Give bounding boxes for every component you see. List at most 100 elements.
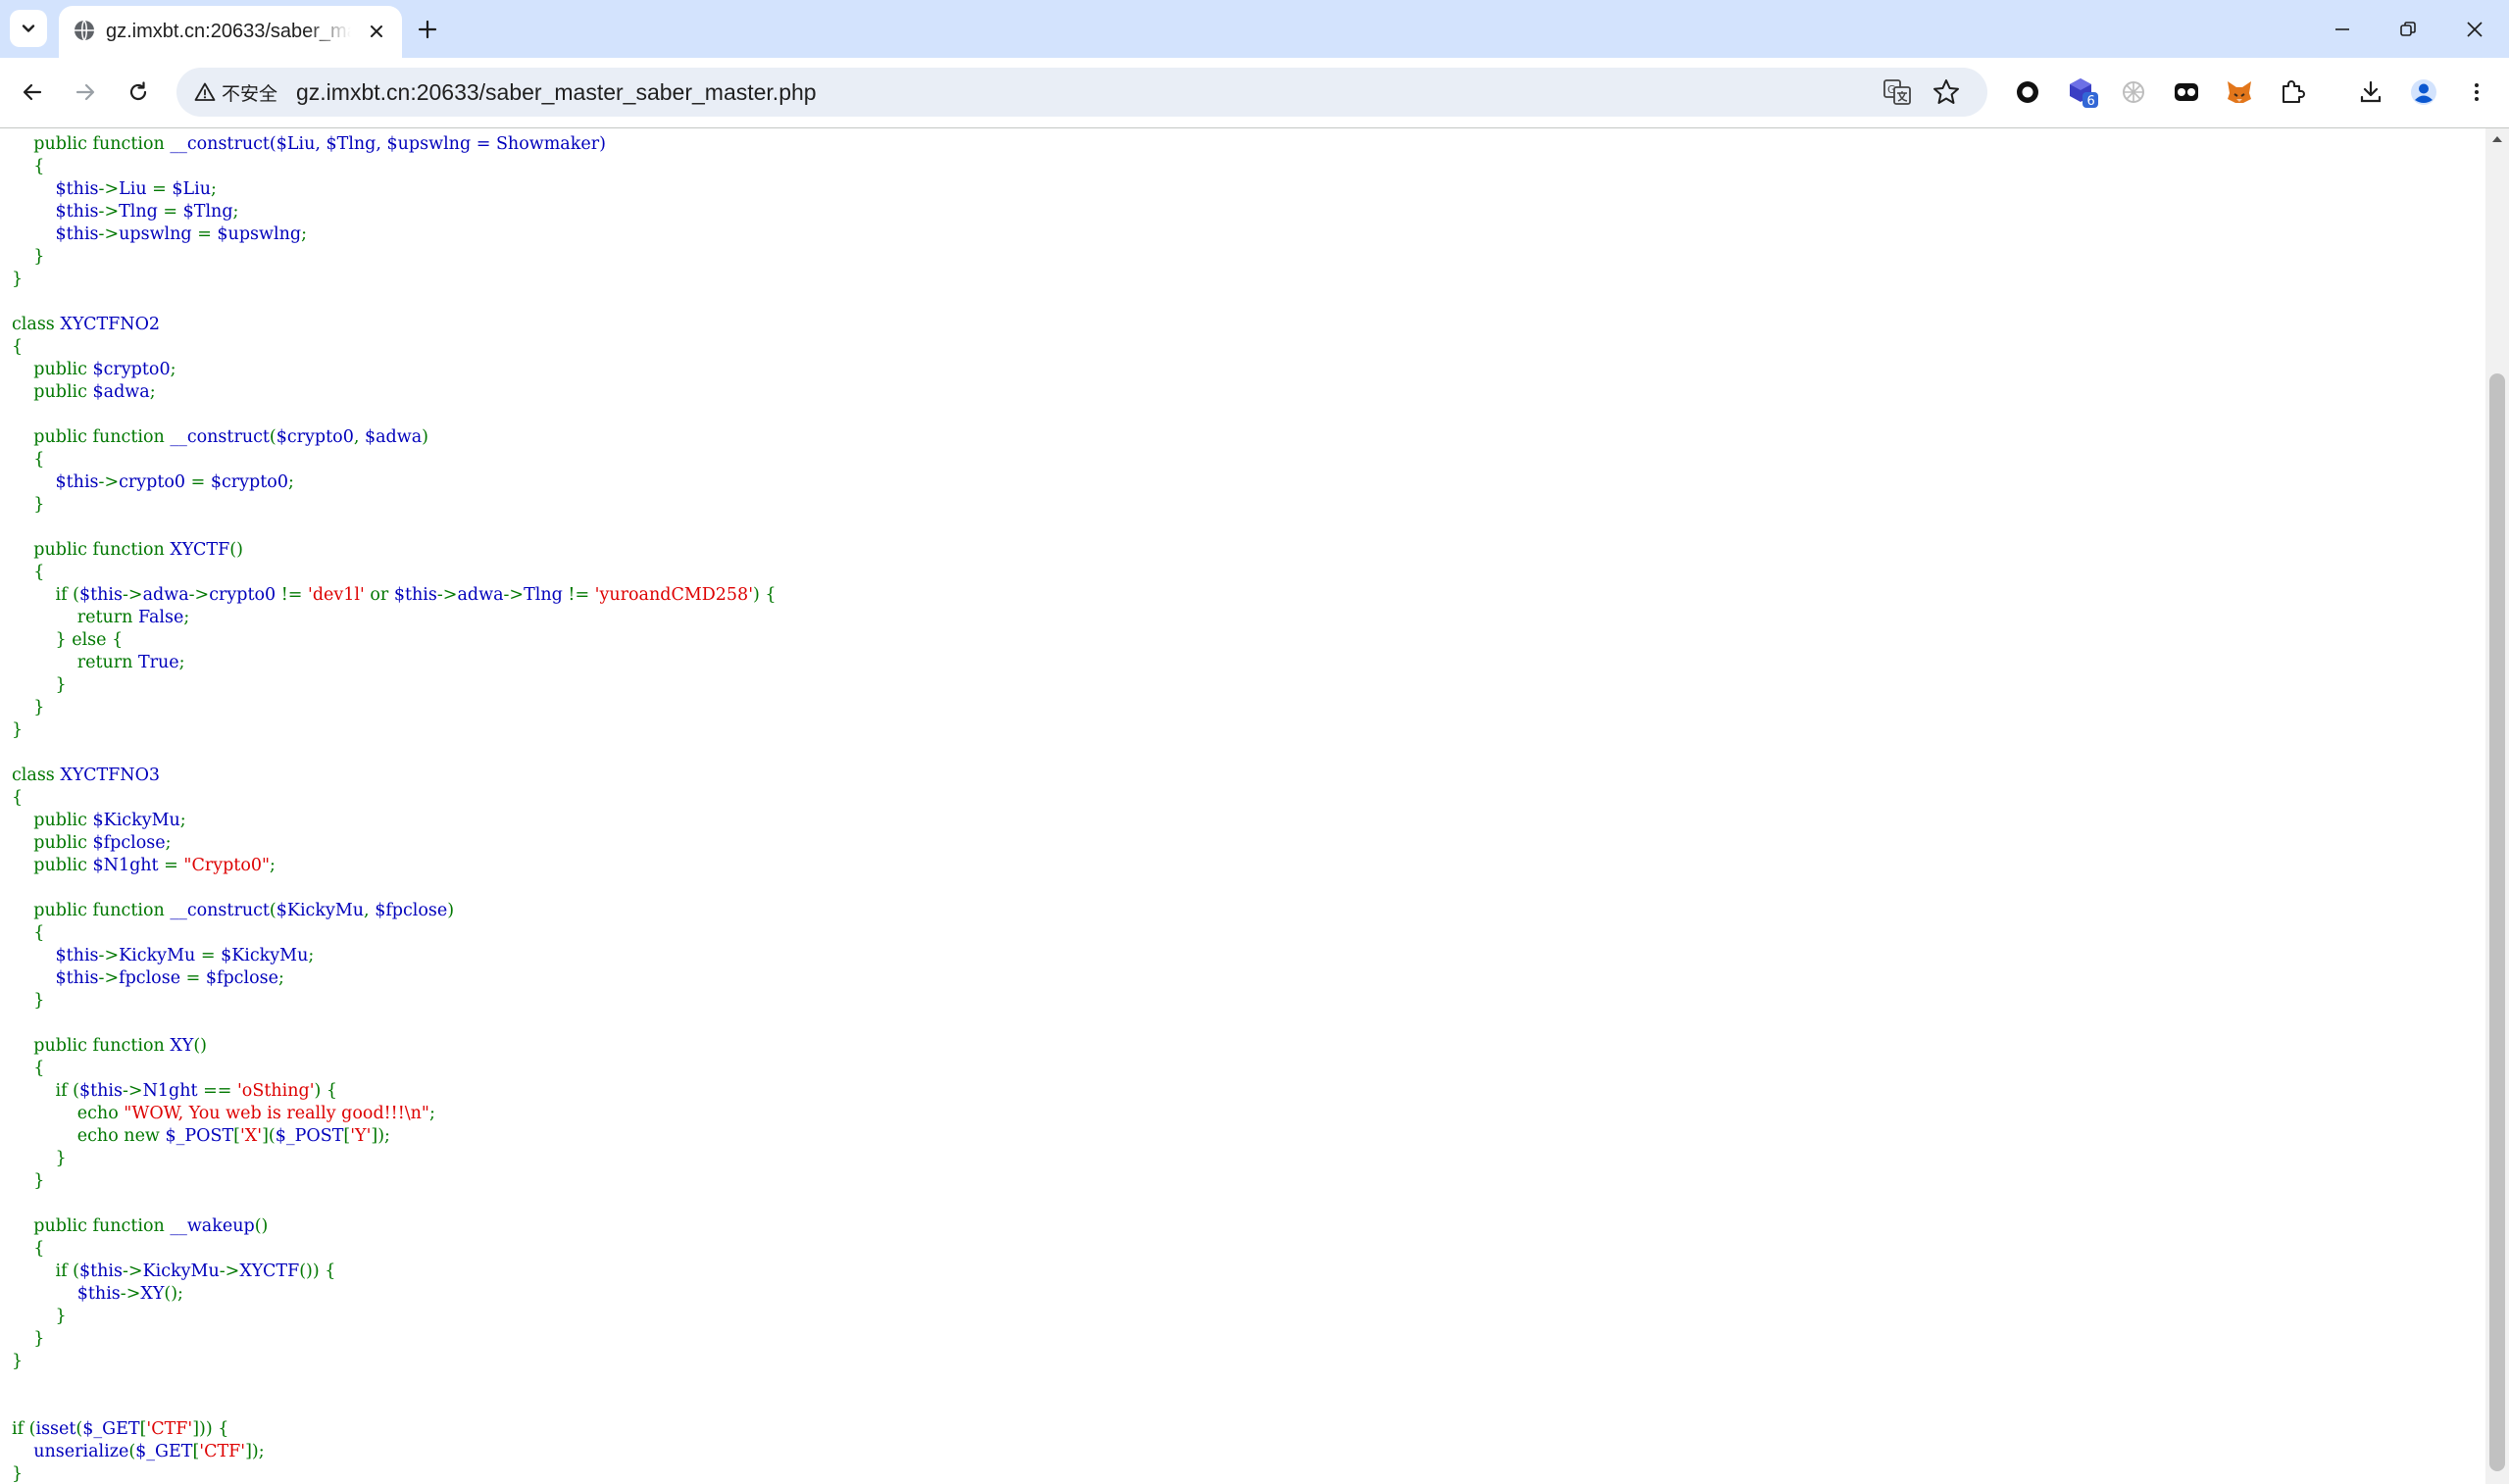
code-line: $this->Tlng = $Tlng;	[12, 202, 239, 222]
scroll-up-arrow-icon[interactable]	[2490, 132, 2504, 146]
close-window-button[interactable]	[2440, 0, 2509, 58]
page-content: public function __construct($Liu, $Tlng,…	[0, 128, 2485, 1484]
minimize-button[interactable]	[2308, 0, 2377, 58]
code-line: }	[33, 1171, 45, 1191]
code-line: public function __construct($crypto0, $a…	[33, 427, 428, 447]
code-line: return True;	[76, 653, 185, 672]
plus-icon	[418, 20, 437, 39]
fox-icon	[2228, 81, 2251, 103]
code-line: }	[12, 270, 24, 289]
code-line: public function __construct($KickyMu, $f…	[33, 901, 455, 920]
code-line: }	[12, 1352, 24, 1371]
code-line: public function XY()	[33, 1036, 207, 1056]
code-line: }	[33, 1329, 45, 1349]
security-label: 不安全	[222, 83, 278, 105]
code-line: $this->upswlng = $upswlng;	[12, 224, 307, 244]
code-line: }	[33, 698, 45, 717]
forward-button[interactable]	[65, 72, 106, 113]
extension-fox-button[interactable]	[2222, 74, 2257, 110]
downloads-button[interactable]	[2353, 74, 2388, 110]
code-line: return False;	[76, 608, 190, 627]
tab-close-button[interactable]	[363, 18, 390, 45]
glasses-icon	[2175, 83, 2198, 101]
new-tab-button[interactable]	[412, 14, 443, 45]
code-line: {	[12, 337, 24, 357]
code-line: }	[55, 1149, 67, 1168]
translate-icon[interactable]: G	[1882, 77, 1912, 107]
code-line: public $fpclose;	[33, 833, 172, 853]
reload-icon	[129, 81, 147, 101]
code-line: } else {	[55, 630, 124, 650]
code-line: if ($this->adwa->crypto0 != 'dev1l' or $…	[55, 585, 777, 605]
restore-icon	[2400, 21, 2416, 36]
code-line: public function XYCTF()	[33, 540, 243, 560]
extension-glasses-button[interactable]	[2169, 74, 2204, 110]
close-icon	[2467, 21, 2483, 37]
code-line: $this->fpclose = $fpclose;	[12, 968, 284, 988]
scrollbar-thumb[interactable]	[2489, 373, 2505, 1471]
code-line: }	[33, 991, 45, 1011]
bookmark-star-icon[interactable]	[1932, 77, 1961, 107]
code-line: public function __wakeup()	[33, 1216, 269, 1236]
chevron-down-icon	[22, 25, 35, 32]
tab-search-button[interactable]	[10, 10, 47, 47]
extension-badge: 6	[2087, 94, 2095, 109]
code-line: public function __construct($Liu, $Tlng,…	[33, 134, 606, 154]
code-line: {	[33, 450, 45, 470]
code-line: class XYCTFNO3	[12, 766, 161, 785]
code-line: echo new $_POST['X']($_POST['Y']);	[76, 1126, 390, 1146]
code-line: if ($this->N1ght == 'oSthing') {	[55, 1081, 338, 1101]
code-line: public $crypto0;	[33, 360, 176, 379]
web-icon	[2123, 81, 2144, 103]
code-line: {	[33, 157, 45, 176]
globe-icon	[75, 20, 94, 41]
code-line: if ($this->KickyMu->XYCTF()) {	[55, 1261, 336, 1281]
code-line: }	[33, 495, 45, 515]
url-text[interactable]: gz.imxbt.cn:20633/saber_master_saber_mas…	[296, 68, 817, 117]
reload-button[interactable]	[118, 72, 159, 113]
security-chip[interactable]: 不安全	[184, 74, 289, 111]
download-icon	[2360, 80, 2382, 103]
code-line: {	[33, 1059, 45, 1078]
code-line: if (isset($_GET['CTF'])) {	[12, 1419, 229, 1439]
cube-icon: 6	[2070, 78, 2098, 109]
code-line: class XYCTFNO2	[12, 315, 161, 334]
more-vert-icon	[2475, 83, 2479, 101]
extension-web-button[interactable]	[2116, 74, 2151, 110]
active-tab[interactable]: gz.imxbt.cn:20633/saber_master_saber_mas…	[59, 6, 402, 58]
tab-strip: gz.imxbt.cn:20633/saber_master_saber_mas…	[0, 0, 2509, 58]
extensions-menu-button[interactable]	[2275, 74, 2310, 110]
back-button[interactable]	[12, 72, 53, 113]
code-line: $this->Liu = $Liu;	[12, 179, 217, 199]
code-line: unserialize($_GET['CTF']);	[33, 1442, 265, 1461]
puzzle-icon	[2283, 80, 2305, 103]
code-line: {	[12, 788, 24, 808]
code-line: {	[33, 1239, 45, 1259]
page-scrollbar[interactable]	[2485, 128, 2509, 1484]
warning-icon	[194, 82, 216, 101]
extension-circle-button[interactable]	[2010, 74, 2045, 110]
code-line: }	[12, 720, 24, 740]
code-line: }	[55, 1307, 67, 1326]
profile-button[interactable]	[2406, 74, 2441, 110]
address-bar[interactable]: 不安全 gz.imxbt.cn:20633/saber_master_saber…	[176, 68, 1987, 117]
code-line: $this->crypto0 = $crypto0;	[12, 472, 294, 492]
arrow-right-icon	[75, 83, 95, 101]
code-line: {	[33, 563, 45, 582]
extension-cube-button[interactable]: 6	[2065, 74, 2100, 110]
arrow-left-icon	[23, 83, 42, 101]
code-line: }	[12, 1464, 24, 1484]
tab-title: gz.imxbt.cn:20633/saber_master_saber_mas…	[106, 21, 351, 42]
code-line: }	[55, 675, 67, 695]
restore-button[interactable]	[2374, 0, 2442, 58]
close-icon	[371, 25, 382, 37]
minimize-icon	[2335, 27, 2349, 30]
code-line: $this->XY();	[76, 1284, 183, 1304]
record-circle-icon	[2017, 81, 2038, 103]
code-line: }	[33, 247, 45, 267]
code-line: public $KickyMu;	[33, 811, 186, 830]
code-line: $this->KickyMu = $KickyMu;	[12, 946, 315, 965]
code-line: public $N1ght = "Crypto0";	[33, 856, 276, 875]
chrome-menu-button[interactable]	[2459, 74, 2494, 110]
code-line: {	[33, 923, 45, 943]
